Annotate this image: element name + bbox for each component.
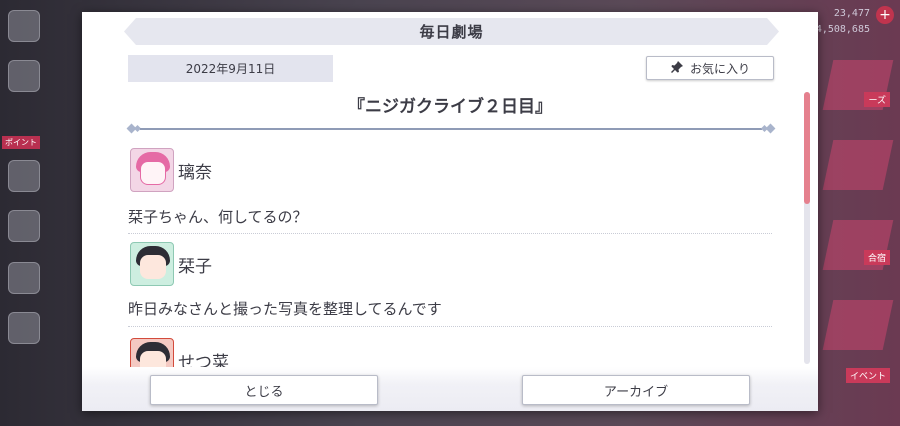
close-button[interactable]: とじる — [150, 375, 378, 405]
currency-counter: 23,477 — [833, 8, 870, 19]
currency-counter-sub: 4,508,685 — [815, 24, 870, 35]
right-label-1: ーズ — [864, 92, 890, 107]
speaker-name: 璃奈 — [178, 162, 212, 183]
avatar-face — [140, 255, 166, 279]
divider-diamond-right — [765, 123, 776, 134]
avatar-face — [140, 161, 166, 185]
window-icon[interactable] — [8, 262, 40, 294]
dialogue-line: 栞子ちゃん、何してるの？ — [128, 208, 308, 226]
dotted-separator — [128, 326, 772, 327]
pin-icon — [670, 60, 684, 77]
left-menu: ポイント — [0, 0, 50, 426]
favorite-button[interactable]: お気に入り — [646, 56, 774, 80]
favorite-label: お気に入り — [689, 61, 750, 76]
speaker-name: 栞子 — [178, 256, 212, 277]
dialogue-scroll-area[interactable]: 璃奈 栞子ちゃん、何してるの？ 栞子 昨日みなさんと撮った写真を整理してるんです — [116, 142, 776, 367]
episode-title: 『ニジガクライブ２日目』 — [348, 97, 552, 117]
fullscreen-icon[interactable] — [8, 312, 40, 344]
avatar-face — [140, 351, 166, 367]
daily-theater-dialog: 毎日劇場 2022年9月11日 お気に入り 『ニジガクライブ２日目』 璃奈 栞子… — [82, 12, 818, 411]
right-tile-4[interactable] — [822, 300, 894, 350]
divider-line — [140, 128, 762, 130]
avatar-shioriko — [130, 242, 174, 286]
add-currency-button[interactable]: + — [876, 6, 894, 24]
speaker-row: 璃奈 — [130, 148, 212, 192]
chat-icon[interactable] — [8, 60, 40, 92]
right-menu: 23,477 4,508,685 + ーズ 合宿 イベント — [815, 0, 900, 426]
avatar-rina — [130, 148, 174, 192]
scrollbar-thumb[interactable] — [804, 92, 810, 204]
right-label-2: 合宿 — [863, 250, 890, 265]
dialogue-line: 昨日みなさんと撮った写真を整理してるんです — [128, 300, 442, 318]
scrollbar-track[interactable] — [804, 92, 810, 364]
gift-icon[interactable] — [8, 160, 40, 192]
dialog-title-bar: 毎日劇場 — [124, 18, 779, 45]
speaker-row: せつ菜 — [130, 338, 229, 367]
date-label: 2022年9月11日 — [128, 55, 333, 82]
tv-icon[interactable] — [8, 210, 40, 242]
avatar-setsuna — [130, 338, 174, 367]
archive-button[interactable]: アーカイブ — [522, 375, 750, 405]
menu-icon[interactable] — [8, 10, 40, 42]
speaker-row: 栞子 — [130, 242, 212, 286]
speaker-name: せつ菜 — [178, 352, 229, 368]
dialog-title: 毎日劇場 — [419, 23, 484, 41]
title-divider — [126, 123, 776, 134]
dotted-separator — [128, 233, 772, 234]
point-badge: ポイント — [2, 136, 40, 149]
right-event-badge: イベント — [845, 368, 890, 383]
right-tile-2[interactable] — [822, 140, 894, 190]
